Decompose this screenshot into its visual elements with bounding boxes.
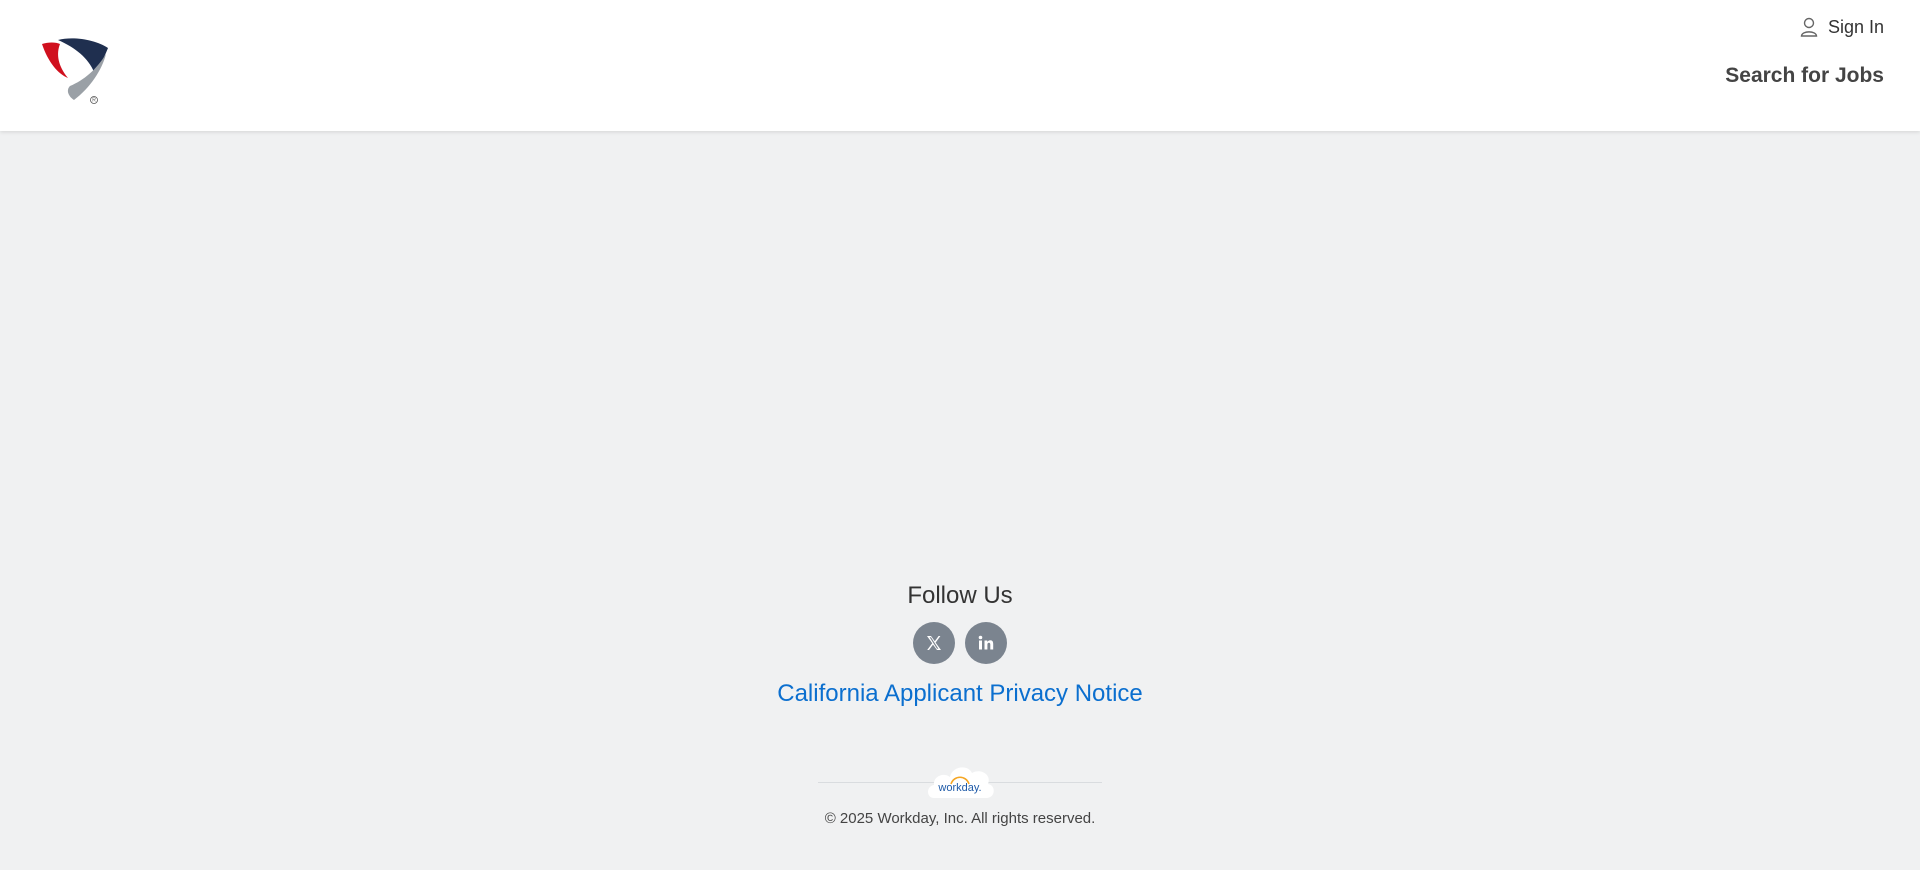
x-icon xyxy=(927,636,941,650)
search-for-jobs-link[interactable]: Search for Jobs xyxy=(1725,64,1884,88)
svg-text:R: R xyxy=(92,98,96,104)
california-privacy-notice-link[interactable]: California Applicant Privacy Notice xyxy=(777,678,1143,710)
sign-in-button[interactable]: Sign In xyxy=(1800,15,1884,39)
workday-logo[interactable]: workday. xyxy=(924,758,996,802)
main-content xyxy=(0,131,1920,561)
company-logo[interactable]: R xyxy=(38,36,112,106)
social-links xyxy=(913,622,1007,664)
x-social-button[interactable] xyxy=(913,622,955,664)
linkedin-icon xyxy=(978,635,994,650)
linkedin-social-button[interactable] xyxy=(965,622,1007,664)
copyright-text: © 2025 Workday, Inc. All rights reserved… xyxy=(824,810,1096,827)
powered-by: workday. xyxy=(818,758,1102,802)
svg-text:workday.: workday. xyxy=(937,782,981,794)
follow-us-heading: Follow Us xyxy=(907,582,1013,609)
site-header: R Sign In Search for Jobs xyxy=(0,0,1920,131)
sign-in-label: Sign In xyxy=(1827,16,1884,37)
site-footer: Follow Us California Applicant Privacy N… xyxy=(0,578,1920,870)
user-icon xyxy=(1800,17,1818,37)
